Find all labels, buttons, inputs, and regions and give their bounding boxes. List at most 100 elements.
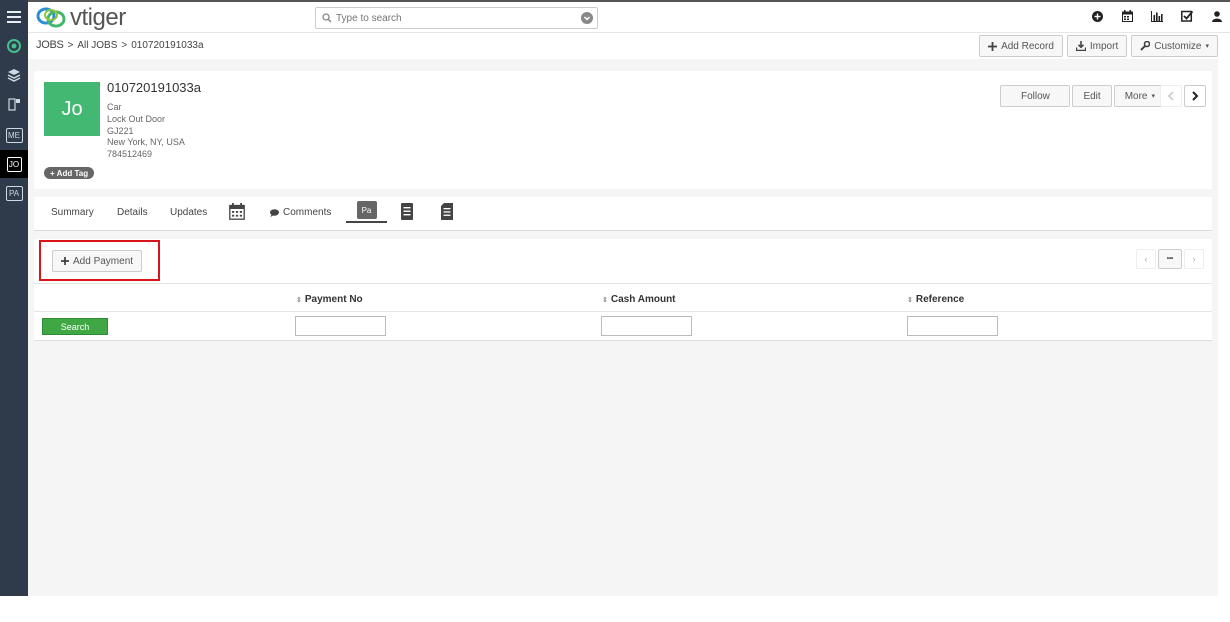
breadcrumb-module[interactable]: JOBS [36,39,64,51]
tab-comments[interactable]: Comments [270,207,331,218]
breadcrumb-separator-icon: > [67,39,74,51]
column-header-payment-no[interactable]: ⇕ Payment No [296,294,363,305]
mobile-icon[interactable] [0,90,28,118]
search-input[interactable] [336,12,576,24]
layers-icon[interactable] [0,61,28,89]
record-line: Car [107,102,122,112]
caret-down-icon: ▾ [1205,43,1209,50]
chevron-right-icon [1192,91,1199,101]
header-actions: Add Record Import Customize ▾ [979,35,1218,57]
bar-chart-icon[interactable] [1150,8,1164,24]
chevron-right-icon: › [1192,254,1196,264]
previous-record-button[interactable] [1160,85,1182,107]
vtiger-logo-icon [36,7,66,28]
pager: ‹ ••• › [1136,249,1204,269]
download-icon [1075,41,1086,51]
breadcrumb-list[interactable]: All JOBS [77,40,117,51]
next-record-button[interactable] [1184,85,1206,107]
plus-circle-icon[interactable] [1090,8,1104,24]
logo[interactable]: vtiger [36,4,126,32]
tab-calendar[interactable] [229,203,245,220]
sidebar-item-jo[interactable]: JO [0,150,28,178]
plus-icon: + [50,168,55,178]
add-payment-label: Add Payment [73,255,134,267]
breadcrumb-record: 010720191033a [131,39,204,51]
wrench-icon [1140,41,1151,51]
tab-label: Details [117,207,148,218]
sidebar-item-label: ME [5,127,23,143]
checkbox-icon[interactable] [1180,8,1194,24]
pager-prev-button[interactable]: ‹ [1136,249,1156,269]
table-header: ⇕ Payment No ⇕ Cash Amount ⇕ Reference [34,283,1212,312]
customize-button[interactable]: Customize ▾ [1131,35,1218,57]
record-line: GJ221 [107,125,134,136]
tab-details[interactable]: Details [117,207,148,218]
pager-next-button[interactable]: › [1184,249,1204,269]
add-record-button[interactable]: Add Record [979,35,1063,57]
page-header: JOBS > All JOBS > 010720191033a Add Reco… [28,33,1218,59]
follow-label: Follow [1021,90,1050,102]
follow-button[interactable]: Follow [1000,85,1071,107]
tab-summary[interactable]: Summary [51,207,94,218]
tab-label: Updates [170,207,208,218]
column-header-cash-amount[interactable]: ⇕ Cash Amount [602,294,676,305]
caret-down-icon: ▾ [1151,93,1155,100]
record-line: Lock Out Door [107,113,166,124]
scrollbar[interactable] [1218,59,1230,622]
top-bar: vtiger [28,0,1230,33]
tab-payments[interactable]: Pa [346,201,387,223]
tab-documents[interactable] [401,203,413,220]
sidebar-item-pa[interactable]: PA [0,179,28,207]
cash-amount-filter-input[interactable] [601,316,692,336]
home-icon[interactable] [0,32,28,60]
calendar-icon[interactable] [1120,8,1134,24]
sidebar: ME JO PA [0,0,28,596]
tab-updates[interactable]: Updates [170,207,207,218]
user-icon[interactable] [1210,8,1224,24]
reference-filter-input[interactable] [907,316,998,336]
edit-button[interactable]: Edit [1072,85,1112,107]
tab-label: Summary [51,207,94,218]
app: ME JO PA vtiger Type to search JOBS > Al… [0,0,1230,622]
plus-icon [61,257,69,265]
add-tag-button[interactable]: + Add Tag [44,167,95,179]
pager-menu-button[interactable]: ••• [1158,249,1182,269]
content-area: Jo 010720191033a Car Lock Out Door GJ221… [28,59,1218,596]
pager-menu-label: ••• [1166,256,1174,262]
tab-label: Comments [283,207,332,218]
breadcrumb-separator-icon: > [121,39,128,51]
tab-notes[interactable] [441,203,453,220]
payment-no-filter-input[interactable] [295,316,386,336]
search-icon [322,13,332,23]
menu-icon[interactable] [0,3,28,31]
sort-icon: ⇕ [907,296,913,304]
import-button[interactable]: Import [1066,35,1128,57]
add-payment-button[interactable]: Add Payment [52,250,143,272]
more-button[interactable]: More ▾ [1113,85,1166,107]
sort-icon: ⇕ [602,296,608,304]
add-tag-label: Add Tag [56,168,89,178]
comment-icon [270,208,279,217]
record-card: Jo 010720191033a Car Lock Out Door GJ221… [34,71,1212,189]
search-button[interactable]: Search [42,318,108,335]
chevron-left-icon: ‹ [1144,254,1148,264]
column-label: Payment No [304,294,363,305]
record-nav [1160,85,1206,107]
record-tabs: Summary Details Updates Comments Pa [34,197,1212,231]
column-label: Reference [915,294,965,305]
file-text-icon [401,203,413,220]
notes-icon [441,203,453,220]
global-search[interactable] [315,7,598,29]
record-avatar: Jo [44,82,100,136]
record-details: Car Lock Out Door GJ221 New York, NY, US… [107,102,185,161]
record-actions: Follow Edit More ▾ [998,85,1166,107]
sort-icon: ⇕ [296,296,302,304]
payments-related-list: Add Payment ‹ ••• › ⇕ Payment No ⇕ Cash … [34,239,1212,341]
tab-payments-badge: Pa [356,201,377,219]
column-label: Cash Amount [610,294,676,305]
column-header-reference[interactable]: ⇕ Reference [907,294,964,305]
top-icons [1090,8,1224,24]
import-label: Import [1089,40,1119,52]
search-dropdown-icon[interactable] [581,12,593,24]
sidebar-item-me[interactable]: ME [0,121,28,149]
